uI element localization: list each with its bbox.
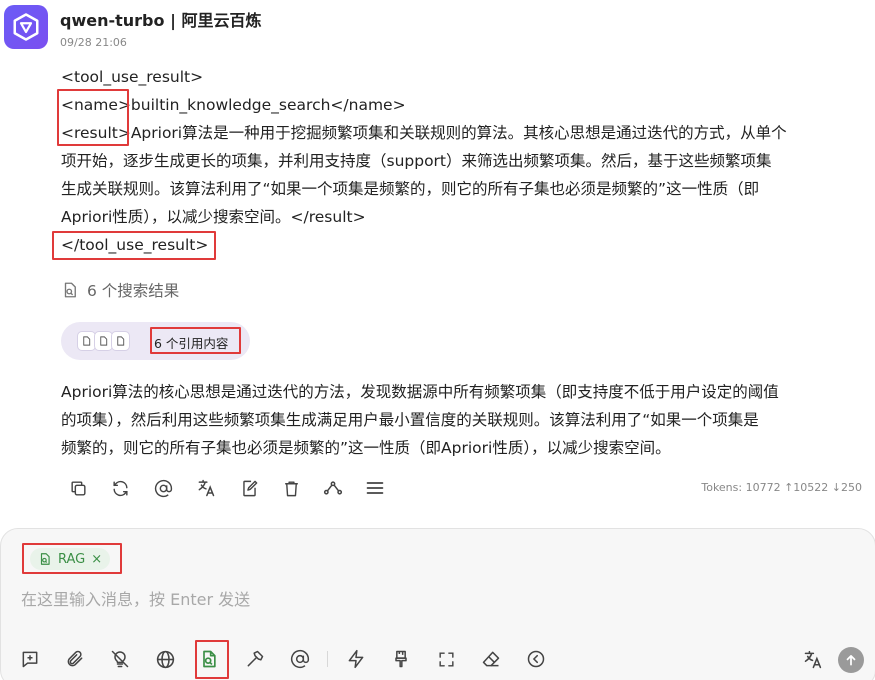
- tool-result-line: Apriori性质），以减少搜索空间。</result>: [61, 208, 366, 226]
- answer-line: 频繁的，则它的所有子集也必须是频繁的”这一性质（即Apriori性质），以减少搜…: [61, 439, 671, 457]
- arrow-up-icon: [846, 655, 856, 666]
- translate-icon[interactable]: [194, 476, 218, 500]
- knowledge-base-icon[interactable]: [197, 647, 221, 671]
- search-results-label: 6 个搜索结果: [87, 282, 180, 300]
- collapse-icon[interactable]: [524, 647, 548, 671]
- mention-icon[interactable]: [151, 476, 175, 500]
- message-timestamp: 09/28 21:06: [60, 36, 127, 49]
- knowledge-base-tag-icon: [40, 553, 50, 565]
- fullscreen-icon[interactable]: [434, 647, 458, 671]
- mcp-tools-icon[interactable]: [243, 647, 267, 671]
- tool-result-line: 生成关联规则。该算法利用了“如果一个项集是频繁的，则它的所有子集也必须是频繁的”…: [61, 180, 760, 198]
- answer-line: Apriori算法的核心思想是通过迭代的方法，发现数据源中所有频繁项集（即支持度…: [61, 383, 779, 401]
- new-topic-icon[interactable]: [18, 647, 42, 671]
- translate-input-icon[interactable]: [800, 647, 824, 671]
- tool-result-line: <result>Apriori算法是一种用于挖掘频繁项集和关联规则的算法。其核心…: [61, 124, 787, 142]
- tool-result-line: 项开始，逐步生成更长的项集，并利用支持度（support）来筛选出频繁项集。然后…: [61, 152, 772, 170]
- close-icon[interactable]: ×: [91, 552, 102, 567]
- quick-phrases-icon[interactable]: [344, 647, 368, 671]
- thinking-icon[interactable]: [108, 647, 132, 671]
- tool-result-line: <tool_use_result>: [61, 68, 204, 86]
- tool-result-line: </tool_use_result>: [61, 236, 209, 254]
- mention-models-icon[interactable]: [288, 647, 312, 671]
- toolbar-divider: [327, 651, 328, 667]
- clear-format-icon[interactable]: [389, 647, 413, 671]
- citations-pill[interactable]: 6 个引用内容: [61, 322, 250, 360]
- token-usage: Tokens: 10772 ↑10522 ↓250: [701, 481, 862, 494]
- attachment-icon[interactable]: [63, 647, 87, 671]
- menu-icon[interactable]: [363, 476, 387, 500]
- tool-result-block: <tool_use_result> <name>builtin_knowledg…: [61, 63, 867, 259]
- message-input[interactable]: 在这里输入消息，按 Enter 发送: [21, 586, 250, 610]
- qwen-logo-icon: [13, 13, 39, 41]
- document-search-icon: [64, 282, 76, 298]
- model-name: qwen-turbo | 阿里云百炼: [60, 11, 262, 30]
- clear-context-icon[interactable]: [479, 647, 503, 671]
- web-search-icon[interactable]: [153, 647, 177, 671]
- edit-icon[interactable]: [237, 476, 261, 500]
- citations-label: 6 个引用内容: [154, 336, 229, 351]
- assistant-avatar: [4, 5, 48, 49]
- answer-text: Apriori算法的核心思想是通过迭代的方法，发现数据源中所有频繁项集（即支持度…: [61, 378, 867, 462]
- knowledge-base-tag-label: RAG: [58, 551, 86, 567]
- send-button[interactable]: [838, 647, 864, 673]
- copy-icon[interactable]: [66, 476, 90, 500]
- tool-result-line: <name>builtin_knowledge_search</name>: [61, 96, 406, 114]
- search-results-toggle[interactable]: 6 个搜索结果: [61, 279, 179, 301]
- citation-doc-icon: [111, 331, 130, 351]
- answer-line: 的项集），然后利用这些频繁项集生成满足用户最小置信度的关联规则。该算法利用了“如…: [61, 411, 759, 429]
- delete-icon[interactable]: [279, 476, 303, 500]
- knowledge-base-tag[interactable]: RAG ×: [30, 548, 111, 570]
- branch-icon[interactable]: [321, 476, 345, 500]
- regenerate-icon[interactable]: [108, 476, 132, 500]
